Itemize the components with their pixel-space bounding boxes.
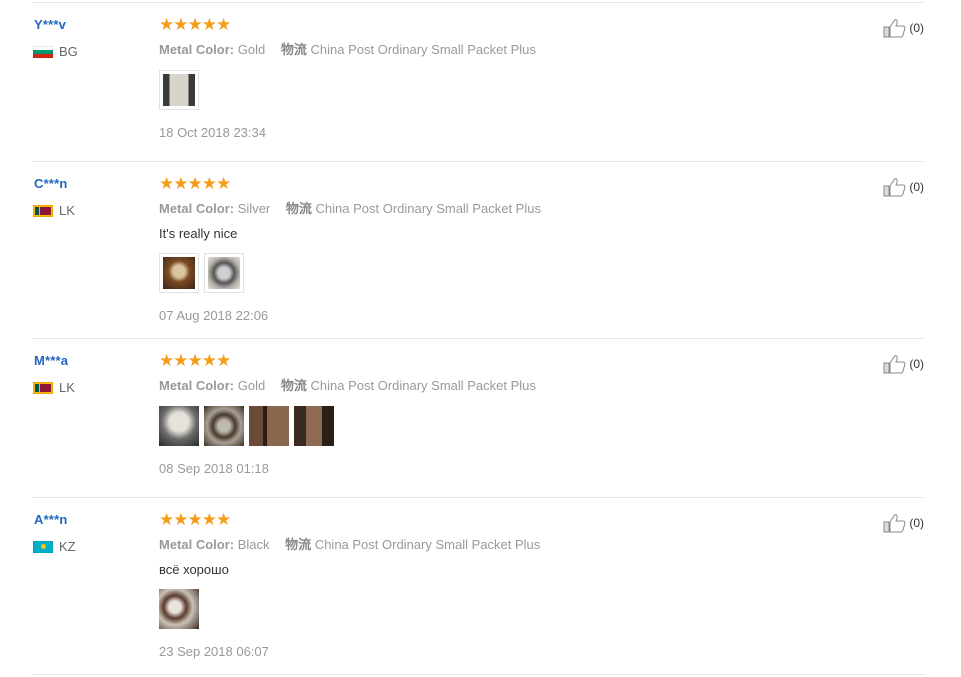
helpful-button[interactable]: (0): [883, 513, 924, 533]
photo-thumbnail: [249, 406, 289, 446]
review-text: всё хорошо: [159, 562, 229, 577]
helpful-count: (0): [909, 21, 924, 35]
star-rating: ★★★★★: [159, 174, 231, 193]
review-text: It's really nice: [159, 226, 238, 241]
review-content: ★★★★★ Metal Color: Gold 物流 China Post Or…: [159, 16, 536, 140]
shipping-value: China Post Ordinary Small Packet Plus: [314, 537, 541, 552]
shipping-label: 物流: [280, 378, 307, 393]
metal-color-value: Gold: [237, 42, 266, 57]
review-meta: Metal Color: Gold 物流 China Post Ordinary…: [159, 375, 536, 394]
divider: [33, 497, 924, 498]
shipping-label: 物流: [280, 42, 307, 57]
reviewer-name[interactable]: A***n: [34, 512, 68, 527]
reviewer-country: BG: [33, 44, 78, 59]
shipping-info: 物流 China Post Ordinary Small Packet Plus: [281, 378, 536, 393]
country-code: BG: [59, 44, 78, 59]
divider: [33, 674, 924, 675]
shipping-value: China Post Ordinary Small Packet Plus: [310, 42, 536, 57]
star-rating: ★★★★★: [159, 351, 231, 370]
photo-thumbnail: [159, 406, 199, 446]
shipping-value: China Post Ordinary Small Packet Plus: [310, 378, 536, 393]
star-rating: ★★★★★: [159, 510, 231, 529]
photo-thumbnail: [163, 74, 195, 106]
thumbs-up-icon: [883, 178, 906, 197]
review-date: 07 Aug 2018 22:06: [159, 308, 269, 323]
metal-color-label: Metal Color:: [159, 537, 235, 552]
divider: [33, 338, 924, 339]
review-date: 18 Oct 2018 23:34: [159, 125, 266, 140]
review-content: ★★★★★ Metal Color: Gold 物流 China Post Or…: [159, 352, 536, 476]
country-code: KZ: [59, 539, 76, 554]
helpful-count: (0): [909, 180, 924, 194]
country-flag-icon: [33, 540, 53, 553]
review-photos: [159, 253, 541, 293]
country-flag-icon: [33, 204, 53, 217]
metal-color-label: Metal Color:: [159, 378, 235, 393]
review-photo[interactable]: [249, 406, 289, 446]
review-date: 23 Sep 2018 06:07: [159, 644, 269, 659]
reviewer-country: LK: [33, 203, 75, 218]
metal-color-label: Metal Color:: [159, 201, 235, 216]
divider: [33, 2, 924, 3]
review-photos: [159, 406, 536, 446]
thumbs-up-icon: [883, 514, 906, 533]
reviewer-country: LK: [33, 380, 75, 395]
metal-color-value: Silver: [237, 201, 271, 216]
helpful-button[interactable]: (0): [883, 177, 924, 197]
helpful-count: (0): [909, 516, 924, 530]
review-content: ★★★★★ Metal Color: Silver 物流 China Post …: [159, 175, 541, 323]
helpful-button[interactable]: (0): [883, 354, 924, 374]
review-date: 08 Sep 2018 01:18: [159, 461, 269, 476]
shipping-info: 物流 China Post Ordinary Small Packet Plus: [281, 42, 536, 57]
helpful-count: (0): [909, 357, 924, 371]
country-flag-icon: [33, 45, 53, 58]
review-meta: Metal Color: Silver 物流 China Post Ordina…: [159, 198, 541, 217]
review-content: ★★★★★ Metal Color: Black 物流 China Post O…: [159, 511, 540, 659]
reviewer-name[interactable]: C***n: [34, 176, 68, 191]
review-photo[interactable]: [159, 589, 199, 629]
metal-color-value: Gold: [237, 378, 266, 393]
shipping-label: 物流: [285, 201, 312, 216]
country-flag-icon: [33, 381, 53, 394]
shipping-label: 物流: [285, 537, 312, 552]
reviewer-name[interactable]: Y***v: [34, 17, 66, 32]
country-code: LK: [59, 380, 75, 395]
divider: [33, 161, 924, 162]
review-photos: [159, 70, 536, 110]
review-photo[interactable]: [159, 70, 199, 110]
shipping-info: 物流 China Post Ordinary Small Packet Plus: [286, 201, 541, 216]
review-photo[interactable]: [204, 406, 244, 446]
reviewer-country: KZ: [33, 539, 76, 554]
shipping-info: 物流 China Post Ordinary Small Packet Plus: [285, 537, 540, 552]
shipping-value: China Post Ordinary Small Packet Plus: [315, 201, 541, 216]
review-photo[interactable]: [159, 253, 199, 293]
helpful-button[interactable]: (0): [883, 18, 924, 38]
thumbs-up-icon: [883, 355, 906, 374]
review-photos: [159, 589, 540, 629]
review-photo[interactable]: [159, 406, 199, 446]
review-meta: Metal Color: Black 物流 China Post Ordinar…: [159, 534, 540, 553]
review-meta: Metal Color: Gold 物流 China Post Ordinary…: [159, 39, 536, 58]
review-photo[interactable]: [204, 253, 244, 293]
photo-thumbnail: [294, 406, 334, 446]
photo-thumbnail: [208, 257, 240, 289]
photo-thumbnail: [159, 589, 199, 629]
photo-thumbnail: [204, 406, 244, 446]
thumbs-up-icon: [883, 19, 906, 38]
country-code: LK: [59, 203, 75, 218]
photo-thumbnail: [163, 257, 195, 289]
review-photo[interactable]: [294, 406, 334, 446]
star-rating: ★★★★★: [159, 15, 231, 34]
reviewer-name[interactable]: M***a: [34, 353, 68, 368]
metal-color-label: Metal Color:: [159, 42, 235, 57]
metal-color-value: Black: [237, 537, 270, 552]
